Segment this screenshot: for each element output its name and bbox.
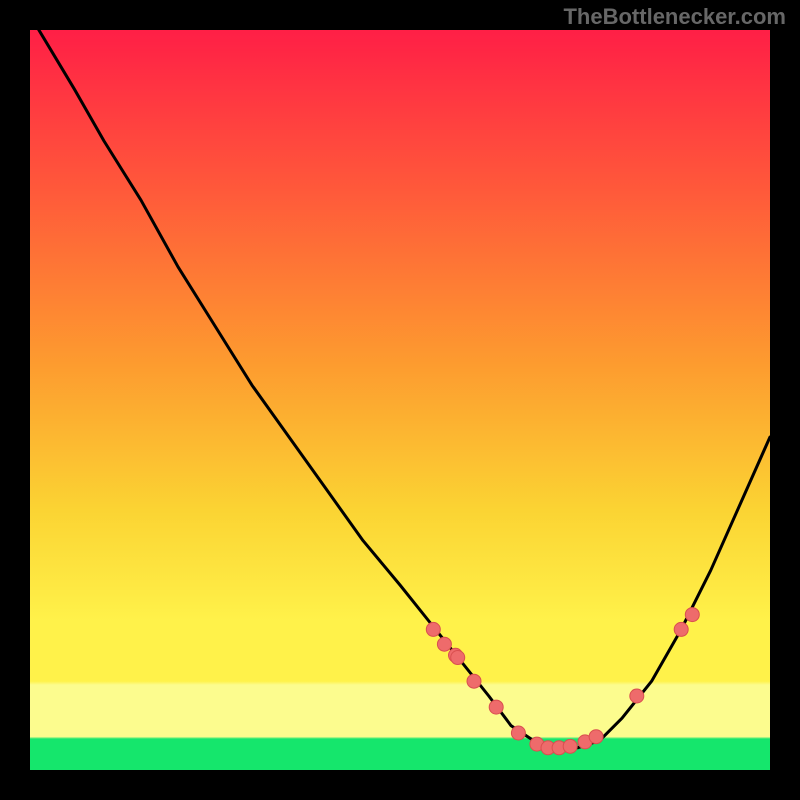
data-point bbox=[674, 622, 688, 636]
data-point bbox=[685, 608, 699, 622]
chart-svg bbox=[30, 30, 770, 770]
data-point bbox=[437, 637, 451, 651]
data-point bbox=[467, 674, 481, 688]
data-point bbox=[426, 622, 440, 636]
attribution-label: TheBottlenecker.com bbox=[563, 4, 786, 30]
data-point bbox=[589, 730, 603, 744]
plot-area bbox=[30, 30, 770, 770]
data-point bbox=[489, 700, 503, 714]
data-point bbox=[511, 726, 525, 740]
data-point bbox=[630, 689, 644, 703]
data-point bbox=[451, 651, 465, 665]
data-point bbox=[563, 739, 577, 753]
chart-container: TheBottlenecker.com bbox=[0, 0, 800, 800]
